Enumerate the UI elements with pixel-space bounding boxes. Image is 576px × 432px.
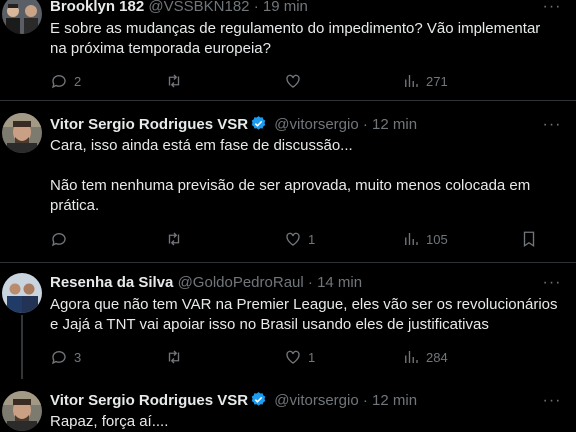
- text-line: Não tem nenhuma previsão de ser aprovada…: [50, 177, 531, 194]
- views-icon: [405, 75, 418, 87]
- tweet-header: Vitor Sergio Rodrigues VSR @vitorsergio …: [50, 115, 536, 135]
- retweet-icon: [168, 350, 180, 364]
- like-button[interactable]: [284, 71, 308, 91]
- text-line: [50, 156, 570, 176]
- reply-icon: [51, 351, 66, 365]
- author-name[interactable]: Vitor Sergio Rodrigues VSR: [50, 392, 248, 409]
- views-count: 105: [426, 231, 448, 247]
- timestamp[interactable]: 14 min: [317, 274, 362, 291]
- views-button[interactable]: 271: [402, 71, 448, 91]
- separator: ·: [362, 392, 368, 409]
- author-name[interactable]: Resenha da Silva: [50, 274, 173, 291]
- separator: ·: [307, 274, 313, 291]
- bookmark-button[interactable]: [520, 229, 538, 249]
- views-button[interactable]: 105: [402, 229, 448, 249]
- retweet-icon: [168, 232, 180, 246]
- reply-count: 2: [74, 73, 82, 89]
- reply-icon: [51, 233, 66, 247]
- divider: [0, 100, 576, 101]
- like-icon: [286, 350, 300, 364]
- verified-icon: [251, 116, 266, 130]
- bookmark-icon: [523, 231, 535, 248]
- action-bar: 2 271: [50, 71, 570, 91]
- author-name[interactable]: Vitor Sergio Rodrigues VSR: [50, 116, 248, 133]
- reply-count: 3: [74, 349, 82, 365]
- thread-line: [21, 315, 23, 379]
- timestamp[interactable]: 12 min: [372, 392, 417, 409]
- reply-icon: [51, 75, 66, 89]
- verified-icon: [251, 392, 266, 406]
- author-name[interactable]: Brooklyn 182: [50, 0, 144, 15]
- tweet-header: Resenha da Silva @GoldoPedroRaul · 14 mi…: [50, 273, 536, 293]
- retweet-button[interactable]: [165, 71, 189, 91]
- retweet-icon: [168, 74, 180, 88]
- tweet-text: Cara, isso ainda está em fase de discuss…: [50, 136, 570, 216]
- separator: ·: [253, 0, 259, 15]
- tweet-header: Vitor Sergio Rodrigues VSR @vitorsergio …: [50, 391, 536, 411]
- like-count: 1: [308, 349, 316, 365]
- views-button[interactable]: 284: [402, 347, 448, 367]
- text-line: Agora que não tem VAR na Premier League,…: [50, 296, 558, 313]
- text-line: prática.: [50, 197, 100, 214]
- author-handle[interactable]: @vitorsergio: [274, 392, 358, 409]
- separator: ·: [362, 116, 368, 133]
- text-line: Cara, isso ainda está em fase de discuss…: [50, 137, 353, 154]
- divider: [0, 262, 576, 263]
- reply-button[interactable]: 2: [50, 71, 81, 91]
- like-icon: [286, 232, 300, 246]
- author-handle[interactable]: @vitorsergio: [274, 116, 358, 133]
- tweet-text: Agora que não tem VAR na Premier League,…: [50, 295, 570, 335]
- author-handle[interactable]: @VSSBKN182: [148, 0, 249, 15]
- views-icon: [405, 233, 418, 245]
- action-bar: 3 1 284: [50, 347, 570, 367]
- text-line: Rapaz, força aí....: [50, 413, 169, 430]
- text-line: e Jajá a TNT vai apoiar isso no Brasil u…: [50, 316, 489, 333]
- text-line: na próxima temporada europeia?: [50, 40, 271, 57]
- avatar[interactable]: [2, 273, 42, 313]
- tweet-text: Rapaz, força aí....: [50, 412, 570, 432]
- like-count: 1: [308, 231, 316, 247]
- avatar[interactable]: [2, 391, 42, 431]
- reply-button[interactable]: [50, 229, 74, 249]
- tweet-header: Brooklyn 182 @VSSBKN182 · 19 min: [50, 0, 536, 17]
- reply-button[interactable]: 3: [50, 347, 81, 367]
- views-count: 284: [426, 349, 448, 365]
- like-icon: [286, 74, 300, 88]
- action-bar: 1 105: [50, 229, 570, 249]
- views-icon: [405, 351, 418, 363]
- author-handle[interactable]: @GoldoPedroRaul: [178, 274, 304, 291]
- timestamp[interactable]: 19 min: [263, 0, 308, 15]
- avatar[interactable]: [2, 0, 42, 34]
- retweet-button[interactable]: [165, 229, 189, 249]
- text-line: E sobre as mudanças de regulamento do im…: [50, 20, 541, 37]
- like-button[interactable]: 1: [284, 347, 315, 367]
- like-button[interactable]: 1: [284, 229, 315, 249]
- avatar[interactable]: [2, 113, 42, 153]
- tweet-text: E sobre as mudanças de regulamento do im…: [50, 19, 570, 59]
- views-count: 271: [426, 73, 448, 89]
- timestamp[interactable]: 12 min: [372, 116, 417, 133]
- retweet-button[interactable]: [165, 347, 189, 367]
